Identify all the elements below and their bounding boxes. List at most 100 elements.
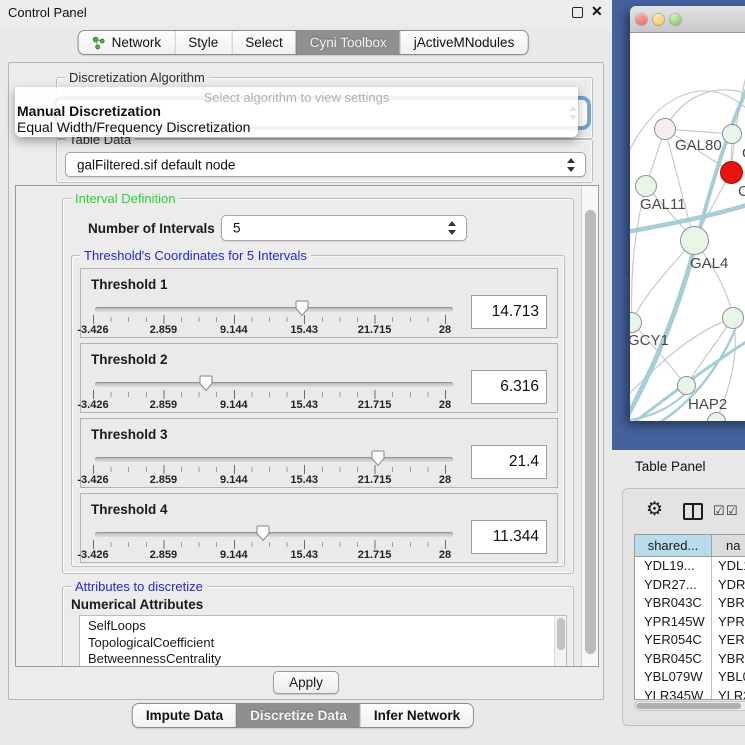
- tab-select[interactable]: Select: [231, 31, 296, 54]
- tab-cyni-toolbox-label: Cyni Toolbox: [310, 35, 387, 50]
- cell: YDR2: [712, 576, 745, 595]
- settings-vertical-scrollbar[interactable]: [581, 186, 598, 666]
- attributes-group: Attributes to discretize Numerical Attri…: [62, 586, 574, 667]
- attributes-list-scrollbar[interactable]: [554, 616, 566, 667]
- thresholds-group-title: Threshold's Coordinates for 5 Intervals: [80, 248, 311, 263]
- tick-label: 21.715: [358, 399, 392, 411]
- settings-scroll-area: Interval Definition Number of Intervals …: [15, 185, 599, 667]
- float-window-icon[interactable]: [572, 7, 583, 18]
- table-panel: ⚙ ☑ ☑ shared... na YDL19...YDL1 YDR27...…: [622, 488, 745, 726]
- table-horizontal-scrollbar[interactable]: [634, 701, 745, 711]
- threshold-1-value-field[interactable]: [471, 295, 547, 329]
- cell: YBL079W: [635, 668, 712, 687]
- threshold-2-tick-labels: -3.426 2.859 9.144 15.43 21.715 28: [93, 399, 445, 411]
- tab-style[interactable]: Style: [174, 31, 231, 54]
- tick-label: 21.715: [358, 549, 392, 561]
- threshold-4-slider-track[interactable]: [95, 532, 453, 537]
- node-hap2[interactable]: [677, 376, 696, 395]
- tab-style-label: Style: [188, 35, 218, 50]
- checkbox-checked-icon[interactable]: ☑: [713, 504, 725, 517]
- cell: YBR0: [712, 594, 745, 613]
- tick-label: 2.859: [150, 324, 178, 336]
- algorithm-option-equal-width[interactable]: Equal Width/Frequency Discretization: [17, 119, 250, 135]
- tab-infer-network[interactable]: Infer Network: [360, 704, 473, 727]
- table-row[interactable]: YLR345WYLR3: [635, 687, 745, 701]
- network-view-window[interactable]: GAL80 GA C GAL11 GAL4 GCY1 H HAP2: [630, 6, 745, 421]
- threshold-3-panel: Threshold 3 -3.426 2.859 9.144 15.43 21.…: [80, 418, 558, 488]
- tab-network-label: Network: [112, 35, 162, 50]
- node-label-gal11: GAL11: [640, 196, 686, 213]
- threshold-4-tick-labels: -3.426 2.859 9.144 15.43 21.715 28: [93, 549, 445, 561]
- node-h[interactable]: [722, 307, 744, 329]
- threshold-3-value-field[interactable]: [471, 445, 547, 479]
- table-row[interactable]: YBR045CYBR0: [635, 650, 745, 669]
- network-window-titlebar[interactable]: [630, 6, 745, 33]
- column-header-name[interactable]: na: [712, 535, 745, 556]
- threshold-4-value-field[interactable]: [471, 520, 547, 554]
- tab-discretize-data-label: Discretize Data: [250, 708, 347, 723]
- node-label-hap2: HAP2: [688, 396, 727, 413]
- cyni-toolbox-panel: Discretization Algorithm Select algorith…: [8, 62, 604, 700]
- tab-cyni-toolbox[interactable]: Cyni Toolbox: [296, 31, 400, 54]
- threshold-2-value-field[interactable]: [471, 370, 547, 404]
- threshold-1-slider-track[interactable]: [95, 307, 453, 312]
- node-ga[interactable]: [722, 124, 742, 144]
- tick-label: -3.426: [77, 399, 108, 411]
- gear-icon[interactable]: ⚙: [646, 500, 663, 519]
- tick-label: -3.426: [77, 324, 108, 336]
- node-gal80[interactable]: [654, 118, 676, 140]
- table-data-combobox-value: galFiltered.sif default node: [77, 157, 235, 172]
- table-row[interactable]: YDL19...YDL1: [635, 557, 745, 576]
- algorithm-option-manual[interactable]: Manual Discretization: [17, 103, 161, 119]
- table-row[interactable]: YDR27...YDR2: [635, 576, 745, 595]
- close-traffic-light-icon[interactable]: [636, 14, 647, 25]
- tab-impute-data[interactable]: Impute Data: [133, 704, 236, 727]
- list-item-betweennesscentrality[interactable]: BetweennessCentrality: [80, 651, 566, 667]
- cyni-bottom-tab-bar: Impute Data Discretize Data Infer Networ…: [132, 703, 474, 728]
- tick-label: 9.144: [220, 399, 248, 411]
- minimize-traffic-light-icon[interactable]: [653, 14, 664, 25]
- combo-stepper-icon: [448, 221, 457, 235]
- table-row[interactable]: YER054CYER0: [635, 631, 745, 650]
- apply-button[interactable]: Apply: [273, 671, 339, 694]
- close-icon[interactable]: ✕: [591, 3, 603, 20]
- table-data-combobox[interactable]: galFiltered.sif default node: [65, 152, 586, 177]
- checkbox-checked-icon[interactable]: ☑: [726, 504, 738, 517]
- tick-label: 28: [439, 549, 451, 561]
- tab-network[interactable]: Network: [79, 31, 175, 54]
- cell: YBR045C: [635, 650, 712, 669]
- table-scrollbar-thumb[interactable]: [636, 703, 741, 709]
- tab-select-label: Select: [245, 35, 283, 50]
- node-gal4[interactable]: [680, 226, 709, 255]
- threshold-3-slider-track[interactable]: [95, 457, 453, 462]
- attributes-group-title: Attributes to discretize: [71, 579, 207, 594]
- node-red-selected[interactable]: [720, 161, 743, 184]
- column-header-shared[interactable]: shared...: [635, 535, 712, 556]
- interval-definition-title: Interval Definition: [71, 191, 179, 206]
- tick-label: 28: [439, 324, 451, 336]
- attributes-scrollbar-thumb[interactable]: [557, 618, 565, 650]
- interval-definition-group: Interval Definition Number of Intervals …: [62, 198, 574, 574]
- zoom-traffic-light-icon[interactable]: [670, 14, 681, 25]
- table-row[interactable]: YBR043CYBR0: [635, 594, 745, 613]
- threshold-1-tick-labels: -3.426 2.859 9.144 15.43 21.715 28: [93, 324, 445, 336]
- tab-discretize-data[interactable]: Discretize Data: [236, 704, 360, 727]
- tick-label: 2.859: [150, 549, 178, 561]
- node-attribute-table: shared... na YDL19...YDL1 YDR27...YDR2 Y…: [634, 534, 745, 700]
- cell: YBR043C: [635, 594, 712, 613]
- list-item-topologicalcoefficient[interactable]: TopologicalCoefficient: [80, 635, 566, 652]
- table-row[interactable]: YPR145WYPR1: [635, 613, 745, 632]
- node-gal11[interactable]: [635, 175, 657, 197]
- list-item-selfloops[interactable]: SelfLoops: [80, 616, 566, 635]
- network-canvas[interactable]: GAL80 GA C GAL11 GAL4 GCY1 H HAP2: [630, 33, 745, 421]
- columns-icon[interactable]: [683, 503, 703, 520]
- cell: YBR0: [712, 650, 745, 669]
- tab-jactivemnodules[interactable]: jActiveMNodules: [400, 31, 528, 54]
- threshold-3-tick-labels: -3.426 2.859 9.144 15.43 21.715 28: [93, 474, 445, 486]
- number-of-intervals-combobox[interactable]: 5: [221, 215, 467, 241]
- tick-label: 9.144: [220, 324, 248, 336]
- control-panel-titlebar: Control Panel ✕: [0, 0, 612, 26]
- threshold-2-slider-track[interactable]: [95, 382, 453, 387]
- settings-scrollbar-thumb[interactable]: [585, 210, 596, 654]
- table-row[interactable]: YBL079WYBL0: [635, 668, 745, 687]
